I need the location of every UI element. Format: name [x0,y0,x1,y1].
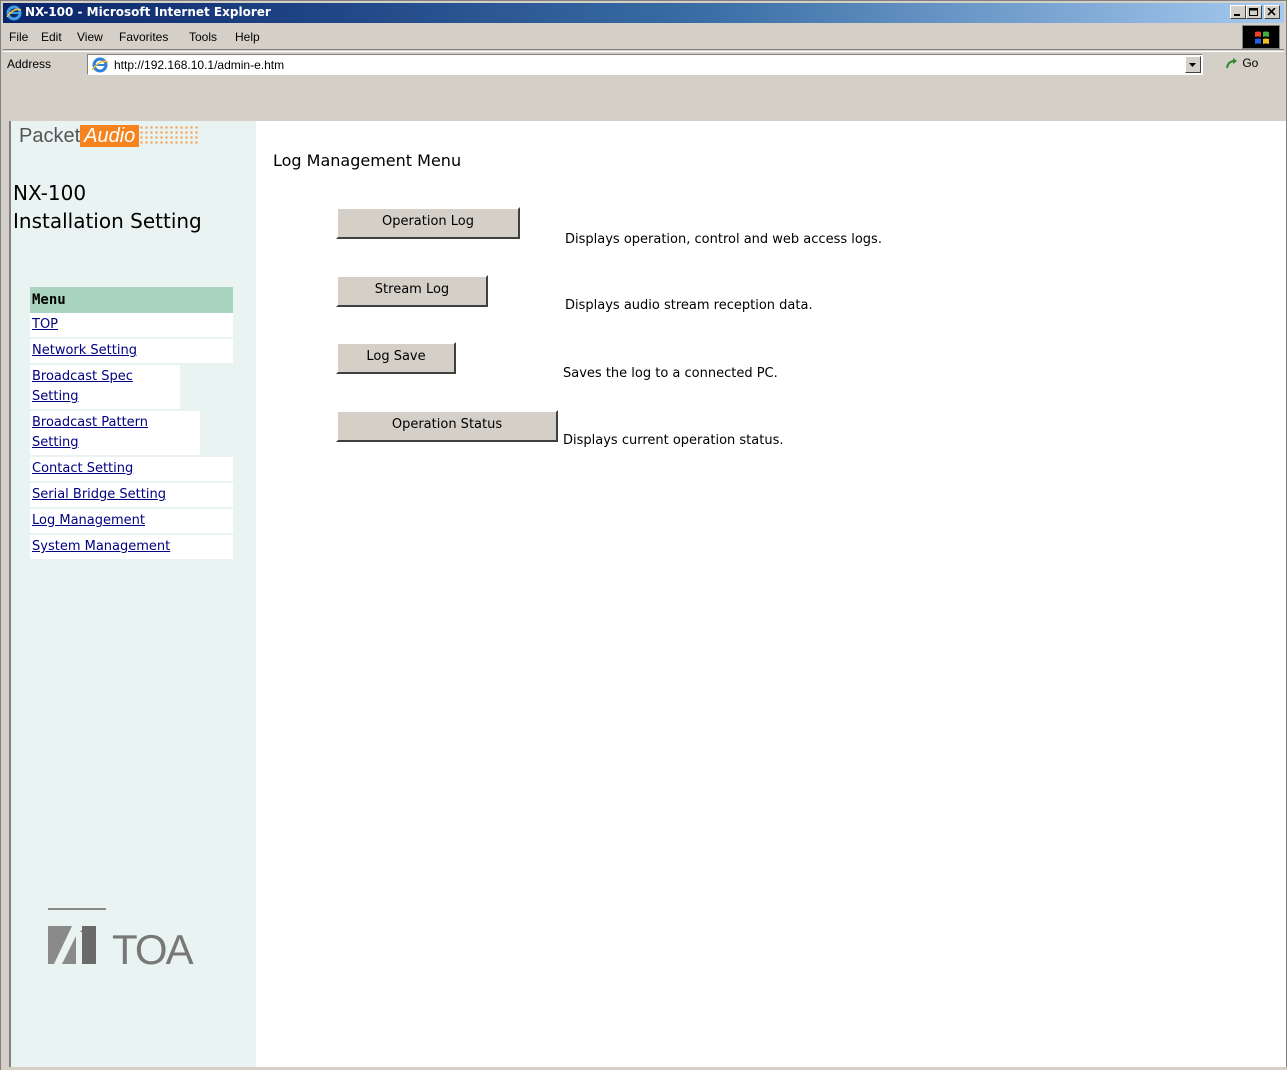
log-save-button[interactable]: Log Save [336,342,456,374]
packet-audio-logo: Packet Audio [19,125,249,155]
product-subtitle: Installation Setting [13,209,202,233]
nav-item: Broadcast Pattern Setting [30,411,200,457]
nav-item: Broadcast Spec Setting [30,365,180,411]
toa-wordmark: TOA [112,926,194,973]
log-save-description: Saves the log to a connected PC. [563,366,778,381]
close-button[interactable] [1264,5,1280,19]
ie-icon [6,5,22,21]
nav-link-network-setting[interactable]: Network Setting [32,343,137,358]
nav-item: Log Management [30,509,233,535]
menu-view[interactable]: View [77,30,103,44]
go-button[interactable]: Go [1225,56,1258,71]
address-bar: Address http://192.168.10.1/admin-e.htm … [3,51,1284,76]
nav-item: Network Setting [30,339,233,365]
page-content: Packet Audio NX-100 Installation Setting … [9,121,1286,1069]
address-url: http://192.168.10.1/admin-e.htm [114,58,285,72]
maximize-button[interactable] [1246,5,1262,19]
nav-link-system-management[interactable]: System Management [32,539,170,554]
logo-dots [139,125,200,145]
logo-audio-text: Audio [80,125,140,147]
menu-file[interactable]: File [9,30,28,44]
address-dropdown-button[interactable] [1185,56,1201,73]
logo-packet-text: Packet [19,125,81,147]
operation-log-description: Displays operation, control and web acce… [565,232,882,247]
nav-link-serial-bridge-setting[interactable]: Serial Bridge Setting [32,487,166,502]
main-panel: Log Management Menu Operation Log Displa… [263,121,1283,1069]
browser-window: NX-100 - Microsoft Internet Explorer Fil… [0,0,1287,1070]
menu-favorites[interactable]: Favorites [119,30,168,44]
nav-item: Contact Setting [30,457,233,483]
minimize-button[interactable] [1230,5,1246,19]
window-title: NX-100 - Microsoft Internet Explorer [25,5,271,19]
menu-tools[interactable]: Tools [189,30,217,44]
toa-logo: TOA [46,906,226,976]
nav-link-contact-setting[interactable]: Contact Setting [32,461,133,476]
nav-menu: Menu TOP Network Setting Broadcast Spec … [30,287,233,561]
product-heading: NX-100 Installation Setting [13,179,202,235]
menu-edit[interactable]: Edit [41,30,62,44]
menu-title: Menu [30,287,233,313]
menu-bar: File Edit View Favorites Tools Help [3,24,1284,50]
stream-log-description: Displays audio stream reception data. [565,298,813,313]
operation-status-description: Displays current operation status. [563,433,784,448]
operation-status-button[interactable]: Operation Status [336,410,558,442]
page-icon [91,56,109,74]
address-label: Address [7,57,52,71]
nav-item: Serial Bridge Setting [30,483,233,509]
title-bar[interactable]: NX-100 - Microsoft Internet Explorer [3,3,1284,23]
go-arrow-icon [1226,57,1237,69]
nav-link-broadcast-spec-setting[interactable]: Broadcast Spec Setting [32,369,133,404]
operation-log-button[interactable]: Operation Log [336,207,520,239]
nav-item: System Management [30,535,233,561]
nav-link-log-management[interactable]: Log Management [32,513,145,528]
product-model: NX-100 [13,181,87,205]
page-title: Log Management Menu [273,151,462,170]
nav-link-broadcast-pattern-setting[interactable]: Broadcast Pattern Setting [32,415,148,450]
menu-help[interactable]: Help [235,30,260,44]
nav-link-top[interactable]: TOP [32,317,58,332]
sidebar: Packet Audio NX-100 Installation Setting … [11,121,256,1069]
windows-logo-icon [1242,25,1280,49]
go-label: Go [1242,56,1259,70]
nav-item: TOP [30,313,233,339]
stream-log-button[interactable]: Stream Log [336,275,488,307]
address-input[interactable]: http://192.168.10.1/admin-e.htm [87,54,1203,75]
